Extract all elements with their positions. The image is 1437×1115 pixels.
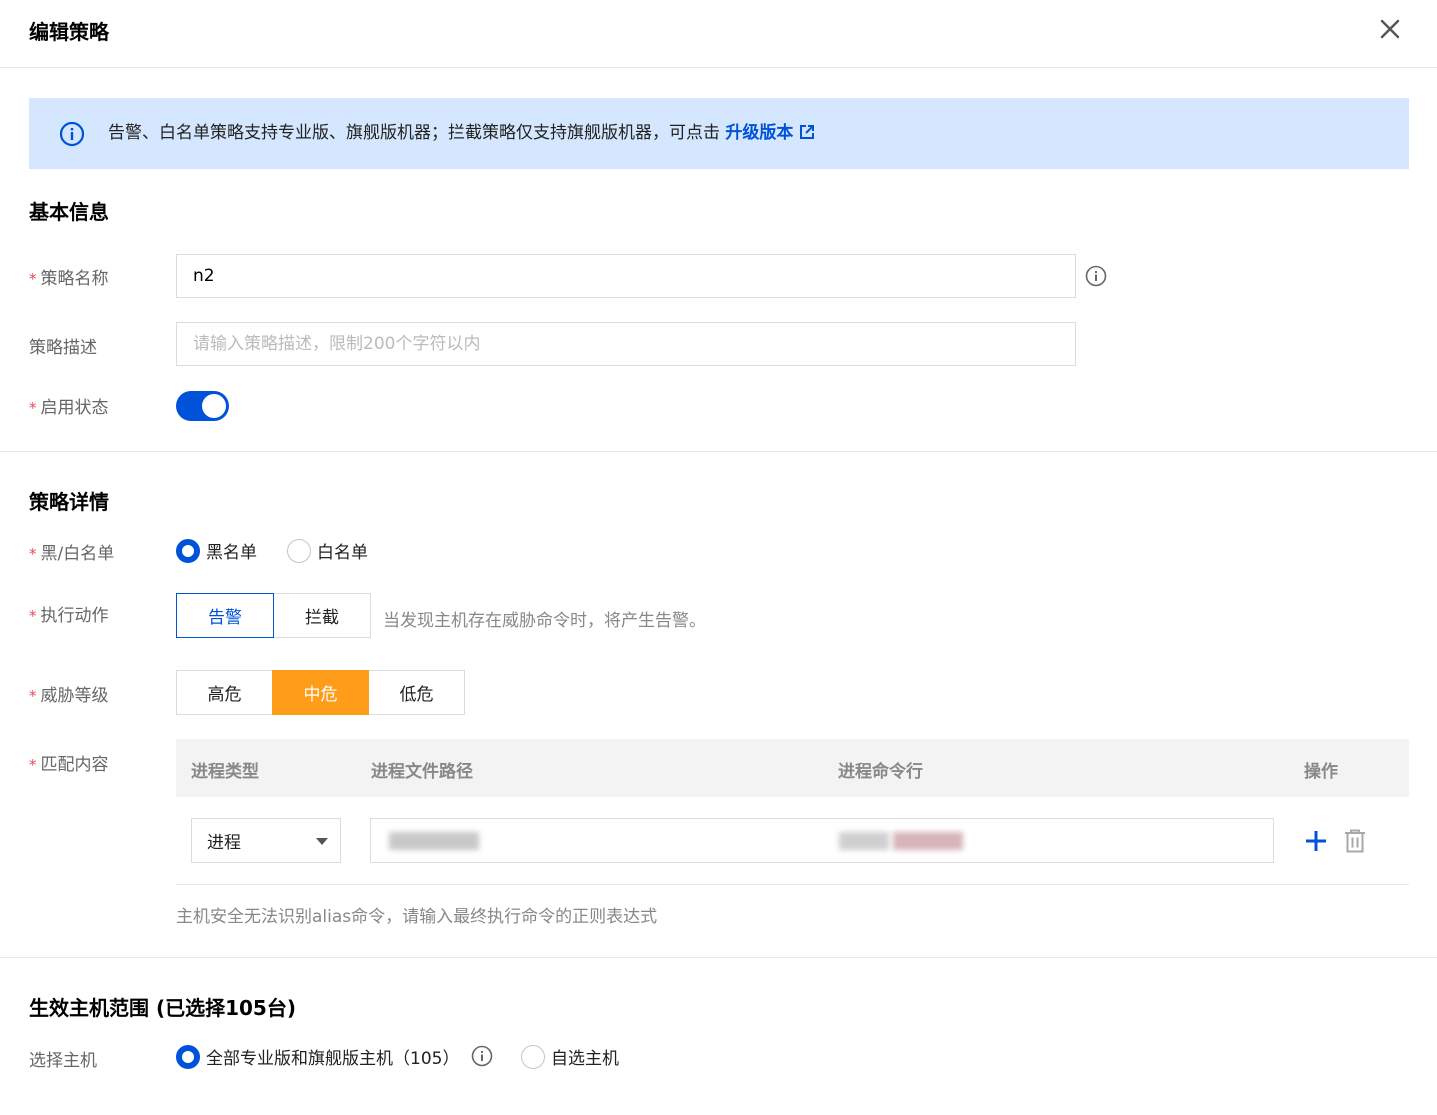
action-label-text: 执行动作 <box>40 606 109 626</box>
status-toggle[interactable] <box>176 391 229 421</box>
info-circle-icon[interactable] <box>1085 265 1107 287</box>
upgrade-alert: 告警、白名单策略支持专业版、旗舰版机器；拦截策略仅支持旗舰版机器，可点击 升级版… <box>29 98 1409 169</box>
section-title-scope: 生效主机范围 (已选择105台) <box>29 996 296 1020</box>
match-hint: 主机安全无法识别alias命令，请输入最终执行命令的正则表达式 <box>176 907 658 927</box>
toggle-knob <box>202 394 226 418</box>
level-label: * 威胁等级 <box>29 686 109 706</box>
info-circle-icon[interactable] <box>471 1045 493 1067</box>
radio-custom-hosts[interactable]: 自选主机 <box>521 1044 619 1069</box>
dialog-title: 编辑策略 <box>29 20 109 44</box>
status-label: * 启用状态 <box>29 398 109 418</box>
radio-blacklist[interactable]: 黑名单 <box>176 538 257 563</box>
level-medium-button[interactable]: 中危 <box>272 670 369 715</box>
alert-text: 告警、白名单策略支持专业版、旗舰版机器；拦截策略仅支持旗舰版机器，可点击 <box>108 123 720 143</box>
action-alert-button[interactable]: 告警 <box>176 593 274 638</box>
redacted-path <box>389 832 479 850</box>
list-label-text: 黑/白名单 <box>40 544 115 564</box>
th-process-type: 进程类型 <box>191 762 259 782</box>
radio-dot <box>176 1044 200 1069</box>
section-title-detail: 策略详情 <box>29 490 109 514</box>
name-label: * 策略名称 <box>29 269 109 289</box>
level-label-text: 威胁等级 <box>40 686 109 706</box>
radio-dot <box>176 538 200 563</box>
process-command-input[interactable] <box>370 818 1274 863</box>
upgrade-link-label: 升级版本 <box>725 123 794 143</box>
radio-all-hosts[interactable]: 全部专业版和旗舰版主机（105） <box>176 1044 459 1069</box>
status-label-text: 启用状态 <box>40 398 109 418</box>
th-actions: 操作 <box>1304 762 1338 782</box>
policy-desc-input[interactable] <box>176 322 1076 366</box>
level-low-button[interactable]: 低危 <box>368 670 465 715</box>
alert-message: 告警、白名单策略支持专业版、旗舰版机器；拦截策略仅支持旗舰版机器，可点击 升级版… <box>108 121 815 145</box>
policy-name-input[interactable] <box>176 254 1076 298</box>
section-title-basic: 基本信息 <box>29 200 109 224</box>
redacted-command <box>893 832 963 850</box>
divider <box>0 451 1437 452</box>
match-label: * 匹配内容 <box>29 755 109 775</box>
process-type-value: 进程 <box>207 833 241 853</box>
table-row-divider <box>176 884 1409 885</box>
radio-dot <box>521 1044 545 1069</box>
radio-whitelist[interactable]: 白名单 <box>287 538 368 563</box>
upgrade-link[interactable]: 升级版本 <box>725 123 815 143</box>
plus-icon[interactable] <box>1303 828 1329 854</box>
trash-icon[interactable] <box>1342 828 1368 854</box>
dialog-header: 编辑策略 <box>0 0 1437 68</box>
desc-label: 策略描述 <box>29 338 97 358</box>
th-file-path: 进程文件路径 <box>371 762 473 782</box>
action-block-button[interactable]: 拦截 <box>273 593 371 638</box>
info-circle-icon <box>59 121 85 147</box>
close-icon[interactable] <box>1377 16 1403 42</box>
radio-blacklist-label: 黑名单 <box>206 543 257 563</box>
redacted-command <box>839 832 889 850</box>
list-label: * 黑/白名单 <box>29 544 115 564</box>
radio-all-hosts-label: 全部专业版和旗舰版主机（105） <box>206 1049 460 1069</box>
th-command-line: 进程命令行 <box>838 762 923 782</box>
match-table-header: 进程类型 进程文件路径 进程命令行 操作 <box>176 739 1409 797</box>
external-link-icon <box>800 125 815 139</box>
divider <box>0 957 1437 958</box>
name-label-text: 策略名称 <box>40 269 109 289</box>
radio-custom-hosts-label: 自选主机 <box>551 1049 619 1069</box>
process-type-select[interactable]: 进程 <box>191 818 341 863</box>
caret-down-icon <box>316 838 328 845</box>
action-hint: 当发现主机存在威胁命令时，将产生告警。 <box>383 611 706 631</box>
radio-dot <box>287 538 311 563</box>
host-select-label: 选择主机 <box>29 1051 97 1071</box>
action-label: * 执行动作 <box>29 606 109 626</box>
match-label-text: 匹配内容 <box>40 755 109 775</box>
radio-whitelist-label: 白名单 <box>317 543 368 563</box>
level-high-button[interactable]: 高危 <box>176 670 273 715</box>
